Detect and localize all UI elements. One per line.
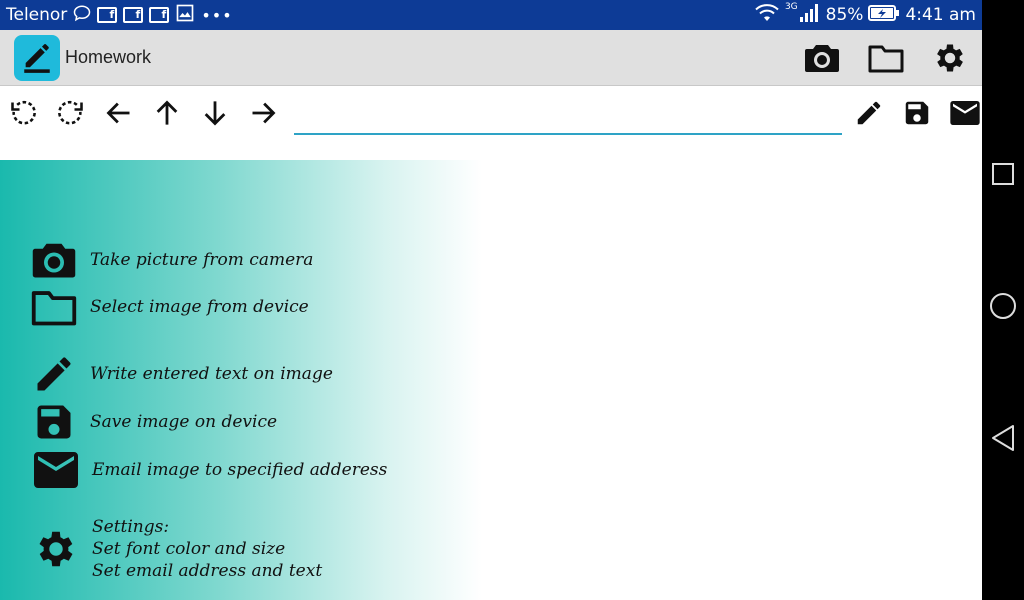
rotate-right-button[interactable] bbox=[56, 98, 86, 128]
chat-bubble-icon bbox=[73, 4, 91, 27]
app-screen: Telenor f f f ••• 3G 85% 4:41 am Homewor… bbox=[0, 0, 982, 600]
pencil-icon bbox=[37, 357, 71, 391]
open-folder-button[interactable] bbox=[866, 38, 906, 78]
status-left: Telenor f f f ••• bbox=[6, 3, 233, 28]
camera-button[interactable] bbox=[802, 38, 842, 78]
email-button[interactable] bbox=[948, 96, 982, 130]
write-text-button[interactable] bbox=[852, 96, 886, 130]
help-camera-text: Take picture from camera bbox=[90, 250, 314, 270]
help-item-folder: Select image from device bbox=[28, 288, 309, 326]
save-button[interactable] bbox=[900, 96, 934, 130]
help-item-email: Email image to specified adderess bbox=[30, 450, 387, 490]
rotate-right-icon bbox=[58, 100, 83, 125]
help-settings-line-1: Settings: bbox=[92, 517, 170, 537]
overlay-text-input[interactable] bbox=[294, 103, 842, 135]
move-left-button[interactable] bbox=[104, 98, 134, 128]
battery-charging-icon bbox=[868, 4, 900, 27]
facebook-icon: f bbox=[149, 7, 170, 23]
action-bar: Homework bbox=[0, 30, 982, 86]
save-icon bbox=[37, 405, 71, 439]
help-email-text: Email image to specified adderess bbox=[92, 460, 388, 480]
status-right: 3G 85% 4:41 am bbox=[754, 2, 976, 28]
move-right-button[interactable] bbox=[248, 98, 278, 128]
facebook-icon: f bbox=[123, 7, 144, 23]
carrier-label: Telenor bbox=[6, 5, 68, 25]
transform-tools bbox=[8, 98, 278, 128]
square-icon bbox=[992, 163, 1014, 185]
help-item-camera: Take picture from camera bbox=[28, 240, 313, 280]
help-write-text: Write entered text on image bbox=[90, 364, 333, 384]
folder-icon bbox=[868, 45, 904, 72]
more-icon: ••• bbox=[201, 5, 233, 25]
help-item-settings: Settings: Set font color and size Set em… bbox=[30, 516, 322, 582]
rotate-left-button[interactable] bbox=[8, 98, 38, 128]
app-logo-icon bbox=[14, 34, 60, 81]
help-save-text: Save image on device bbox=[90, 412, 278, 432]
battery-label: 85% bbox=[825, 5, 864, 25]
home-button[interactable] bbox=[982, 292, 1024, 320]
help-item-write: Write entered text on image bbox=[28, 352, 333, 396]
settings-button[interactable] bbox=[930, 38, 970, 78]
help-settings-line-3: Set email address and text bbox=[92, 561, 323, 581]
system-nav-bar bbox=[982, 0, 1024, 600]
signal-icon bbox=[799, 3, 821, 28]
gear-icon bbox=[39, 531, 73, 567]
rotate-left-icon bbox=[11, 100, 36, 125]
arrow-right-icon bbox=[252, 102, 276, 124]
recent-apps-button[interactable] bbox=[982, 162, 1024, 186]
status-bar: Telenor f f f ••• 3G 85% 4:41 am bbox=[0, 0, 982, 30]
help-settings-text: Settings: Set font color and size Set em… bbox=[92, 516, 322, 582]
move-down-button[interactable] bbox=[200, 98, 230, 128]
help-panel: Take picture from camera Select image fr… bbox=[0, 160, 482, 600]
circle-icon bbox=[990, 293, 1016, 319]
arrow-left-icon bbox=[106, 102, 130, 124]
folder-icon bbox=[31, 291, 77, 326]
back-button[interactable] bbox=[982, 424, 1024, 452]
output-tools bbox=[852, 96, 982, 130]
arrow-up-icon bbox=[156, 100, 178, 125]
pencil-icon bbox=[857, 101, 881, 125]
help-item-save: Save image on device bbox=[28, 400, 277, 444]
help-settings-line-2: Set font color and size bbox=[92, 539, 286, 559]
gear-icon bbox=[937, 44, 963, 71]
edit-toolbar bbox=[0, 87, 982, 139]
camera-icon bbox=[805, 44, 839, 72]
arrow-down-icon bbox=[204, 101, 226, 126]
wifi-icon bbox=[754, 3, 780, 28]
camera-icon bbox=[32, 243, 76, 278]
facebook-icon: f bbox=[97, 7, 118, 23]
triangle-back-icon bbox=[992, 425, 1014, 451]
network-type-label: 3G bbox=[784, 2, 798, 12]
email-icon bbox=[950, 101, 980, 125]
save-icon bbox=[905, 101, 929, 125]
image-icon bbox=[175, 3, 195, 28]
move-up-button[interactable] bbox=[152, 98, 182, 128]
help-folder-text: Select image from device bbox=[90, 297, 309, 317]
clock-label: 4:41 am bbox=[905, 5, 976, 25]
app-title: Homework bbox=[65, 47, 152, 67]
email-icon bbox=[34, 452, 78, 488]
action-bar-actions bbox=[802, 38, 970, 78]
